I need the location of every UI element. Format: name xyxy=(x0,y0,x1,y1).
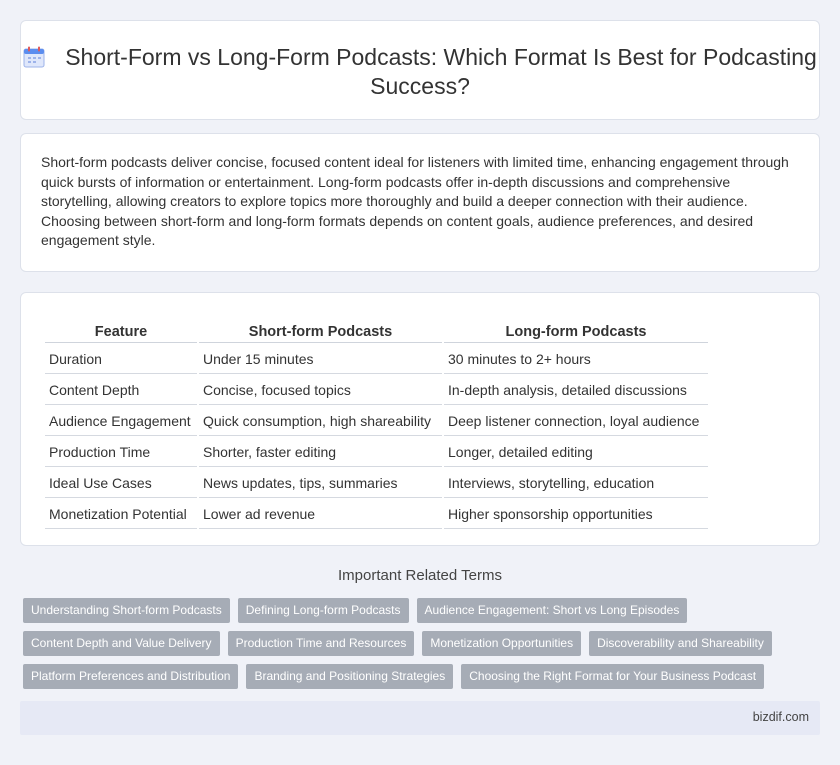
related-term-tag[interactable]: Branding and Positioning Strategies xyxy=(246,664,454,689)
table-cell: Duration xyxy=(45,345,197,374)
page-title-text: Short-Form vs Long-Form Podcasts: Which … xyxy=(65,44,817,99)
table-cell: Monetization Potential xyxy=(45,500,197,529)
intro-card: Short-form podcasts deliver concise, foc… xyxy=(20,133,820,272)
related-term-tag[interactable]: Discoverability and Shareability xyxy=(589,631,772,656)
comparison-card: Feature Short-form Podcasts Long-form Po… xyxy=(20,292,820,546)
related-terms-list: Understanding Short-form Podcasts Defini… xyxy=(23,598,783,697)
related-term-tag[interactable]: Monetization Opportunities xyxy=(422,631,582,656)
table-cell: Content Depth xyxy=(45,376,197,405)
footer-bar: bizdif.com xyxy=(20,701,820,735)
table-cell: Production Time xyxy=(45,438,197,467)
related-term-tag[interactable]: Platform Preferences and Distribution xyxy=(23,664,239,689)
table-cell: In-depth analysis, detailed discussions xyxy=(444,376,708,405)
table-header-row: Feature Short-form Podcasts Long-form Po… xyxy=(45,317,708,343)
table-cell: News updates, tips, summaries xyxy=(199,469,442,498)
tag-row: Content Depth and Value Delivery Product… xyxy=(23,631,783,656)
table-row: Content Depth Concise, focused topics In… xyxy=(45,376,708,405)
table-row: Audience Engagement Quick consumption, h… xyxy=(45,407,708,436)
column-header-long-form: Long-form Podcasts xyxy=(444,317,708,343)
related-term-tag[interactable]: Audience Engagement: Short vs Long Episo… xyxy=(416,598,688,623)
table-cell: Higher sponsorship opportunities xyxy=(444,500,708,529)
table-cell: Interviews, storytelling, education xyxy=(444,469,708,498)
related-term-tag[interactable]: Understanding Short-form Podcasts xyxy=(23,598,230,623)
table-row: Monetization Potential Lower ad revenue … xyxy=(45,500,708,529)
related-term-tag[interactable]: Content Depth and Value Delivery xyxy=(23,631,220,656)
table-cell: Lower ad revenue xyxy=(199,500,442,529)
table-cell: Audience Engagement xyxy=(45,407,197,436)
table-cell: Quick consumption, high shareability xyxy=(199,407,442,436)
page-title: Short-Form vs Long-Form Podcasts: Which … xyxy=(21,43,819,101)
column-header-feature: Feature xyxy=(45,317,197,343)
table-cell: Under 15 minutes xyxy=(199,345,442,374)
table-cell: Ideal Use Cases xyxy=(45,469,197,498)
comparison-table: Feature Short-form Podcasts Long-form Po… xyxy=(43,315,710,531)
footer-brand-link[interactable]: bizdif.com xyxy=(753,710,809,724)
calendar-icon xyxy=(23,46,45,68)
related-term-tag[interactable]: Production Time and Resources xyxy=(227,631,415,656)
related-term-tag[interactable]: Choosing the Right Format for Your Busin… xyxy=(461,664,765,689)
table-cell: Concise, focused topics xyxy=(199,376,442,405)
table-row: Production Time Shorter, faster editing … xyxy=(45,438,708,467)
column-header-short-form: Short-form Podcasts xyxy=(199,317,442,343)
title-card: Short-Form vs Long-Form Podcasts: Which … xyxy=(20,20,820,120)
intro-paragraph: Short-form podcasts deliver concise, foc… xyxy=(41,154,789,249)
table-row: Duration Under 15 minutes 30 minutes to … xyxy=(45,345,708,374)
table-cell: Longer, detailed editing xyxy=(444,438,708,467)
related-terms-heading: Important Related Terms xyxy=(338,567,502,584)
table-cell: Deep listener connection, loyal audience xyxy=(444,407,708,436)
tag-row: Understanding Short-form Podcasts Defini… xyxy=(23,598,783,623)
tag-row: Platform Preferences and Distribution Br… xyxy=(23,664,783,689)
related-term-tag[interactable]: Defining Long-form Podcasts xyxy=(237,598,409,623)
table-cell: 30 minutes to 2+ hours xyxy=(444,345,708,374)
table-cell: Shorter, faster editing xyxy=(199,438,442,467)
table-row: Ideal Use Cases News updates, tips, summ… xyxy=(45,469,708,498)
